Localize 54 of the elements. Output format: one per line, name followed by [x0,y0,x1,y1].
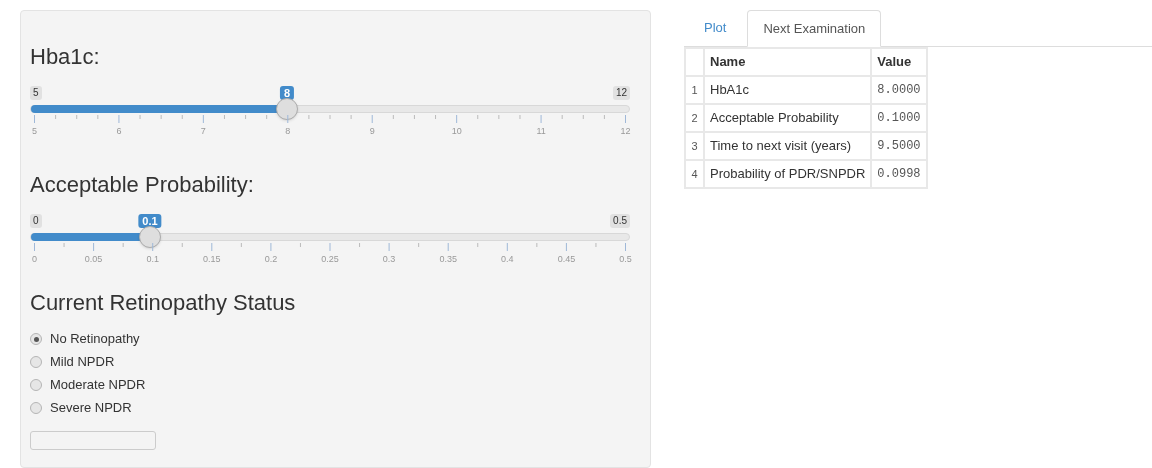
tick-label: 8 [285,126,291,137]
radio-label[interactable]: Moderate NPDR [50,375,146,395]
column-header: Value [871,48,927,76]
radio-label[interactable]: Mild NPDR [50,352,115,372]
row-number: 3 [685,132,704,160]
input-field[interactable] [30,431,156,450]
value-label: 0.1 [138,214,162,228]
table-cell: Time to next visit (years) [704,132,872,160]
tick-label: 0.4 [501,254,514,265]
table-cell: 9.5000 [871,132,927,160]
table-cell: Probability of PDR/SNPDR [704,160,872,188]
tick-label: 0.2 [264,254,278,265]
row-number: 4 [685,160,704,188]
tick-label: 6 [116,126,122,137]
table-cell: 0.0998 [871,160,927,188]
tab[interactable]: Next Examination [747,10,882,47]
tick-label: 11 [536,126,546,137]
tick-label: 5 [32,126,37,137]
column-header: Name [704,48,872,76]
tick-label: 7 [200,126,206,137]
tick-label: 12 [620,126,631,137]
radio-button[interactable] [30,356,42,368]
slider-handle[interactable] [139,226,161,248]
min-value-label: 5 [30,86,42,100]
tick-label: 0.35 [439,254,457,265]
tick-label: 10 [451,126,462,137]
tick-label: 0 [32,254,37,265]
max-value-label: 12 [612,86,630,100]
slider-handle[interactable] [276,98,299,120]
table-cell: 8.0000 [871,76,927,104]
min-value-label: 0 [30,214,42,228]
tick-label: 9 [369,126,375,137]
slider-label: Acceptable Probability: [30,172,255,198]
tab[interactable]: Plot [688,9,743,46]
max-value-label: 0.5 [610,214,630,228]
radio-button[interactable] [30,402,42,414]
row-number: 2 [685,104,704,132]
table-cell: Acceptable Probability [704,104,872,132]
row-number: 1 [685,76,704,104]
radio-label[interactable]: No Retinopathy [50,329,140,349]
tick-label: 0.45 [557,254,576,265]
tick-label: 0.3 [382,254,396,265]
tick-label: 0.5 [619,254,632,265]
tick-label: 0.1 [146,254,159,265]
tick-label: 0.15 [203,254,221,265]
section-heading: Current Retinopathy Status [30,290,297,316]
slider-label: Hba1c: [30,44,101,70]
radio-button[interactable] [30,333,42,345]
table-cell: HbA1c [704,76,872,104]
table-cell: 0.1000 [871,104,927,132]
radio-button[interactable] [30,379,42,391]
tick-label: 0.25 [321,254,339,265]
tick-label: 0.05 [84,254,103,265]
radio-label[interactable]: Severe NPDR [50,398,132,418]
